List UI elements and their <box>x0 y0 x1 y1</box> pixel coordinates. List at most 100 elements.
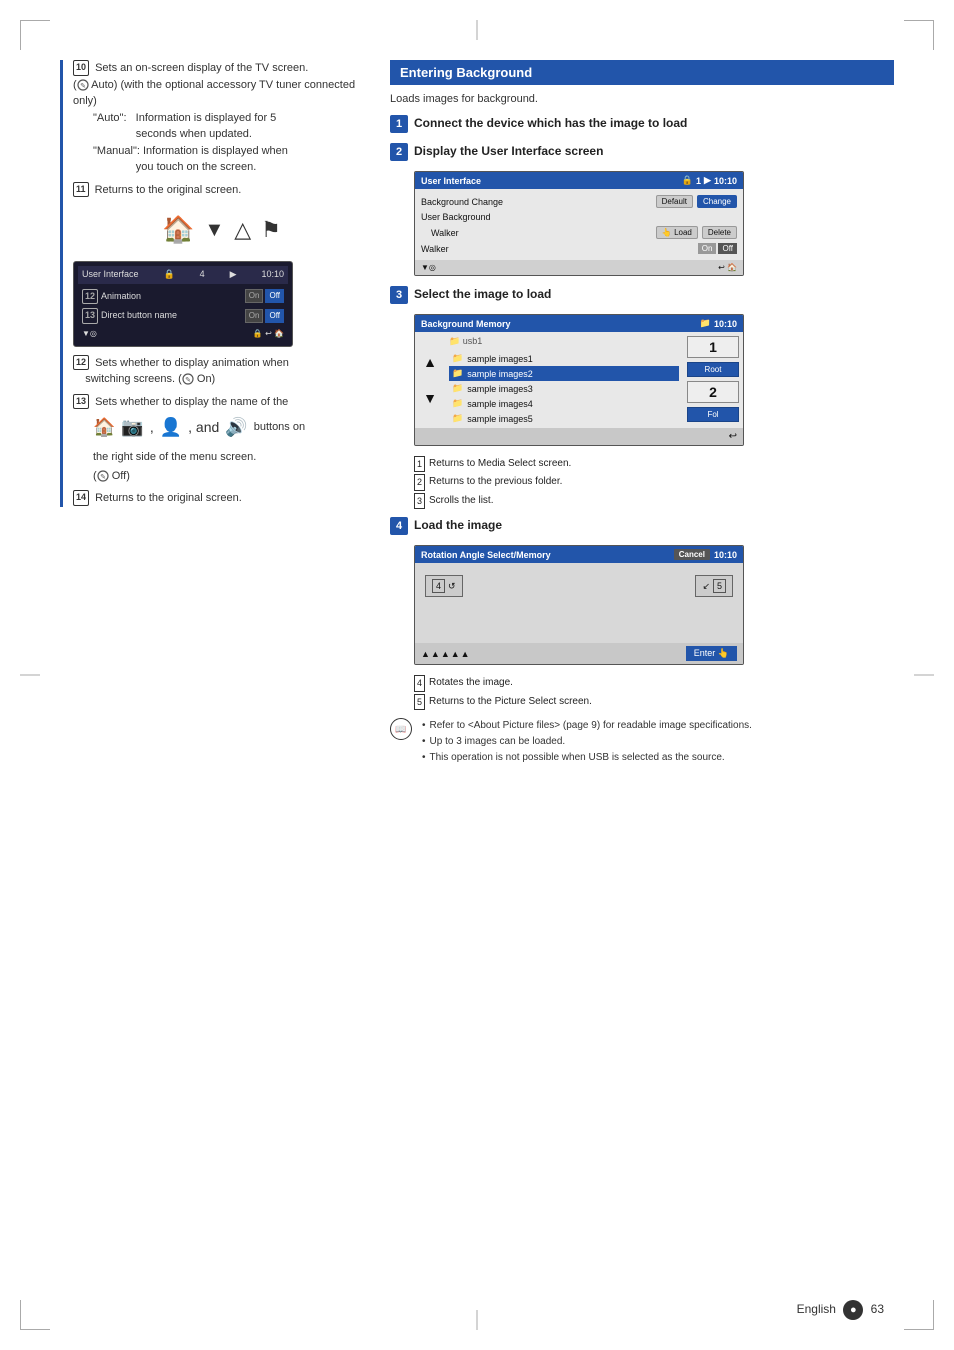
item-13: 13 Sets whether to display the name of t… <box>73 394 370 411</box>
item-10-sub1: "Auto": Information is displayed for 5 s… <box>93 110 370 143</box>
step2-screen-icons: 🔒 1 ▶ 10:10 <box>682 175 737 186</box>
step2-screen: User Interface 🔒 1 ▶ 10:10 Background Ch… <box>414 171 744 276</box>
step-2-row: 2 Display the User Interface screen <box>390 143 894 161</box>
step-4-text: Load the image <box>414 517 502 532</box>
step3-screen-title: Background Memory <box>421 319 511 329</box>
step4-sub1-num: 4 <box>414 675 425 691</box>
step3-folder-list: 📁 usb1 📁 sample images1 📁 sample images2… <box>445 332 683 428</box>
step2-change-btn: Change <box>697 195 737 208</box>
right-column: Entering Background Loads images for bac… <box>390 60 894 1290</box>
step4-icons-row: 4 ↺ ↙ 5 <box>425 571 733 601</box>
step3-num1-btn: 1 <box>687 336 739 358</box>
screen-footer-icons: 🔒 ↩ 🏠 <box>253 328 284 340</box>
folder-icon-5: 📁 <box>452 413 463 424</box>
directbtn-on: On <box>245 309 264 323</box>
screen-title: User Interface <box>82 268 139 282</box>
buttons-label: buttons on <box>254 419 305 436</box>
animation-label: Animation <box>101 290 245 304</box>
step2-footer-down: ▼◎ <box>421 263 436 272</box>
step3-screen: Background Memory 📁 10:10 ▲ ▼ 📁 usb1 📁 s… <box>414 314 744 446</box>
step3-fol-btn: Fol <box>687 407 739 422</box>
animation-on: On <box>245 289 264 303</box>
big-icons-row: 🏠 ▼ △ ⚑ <box>73 210 370 249</box>
step3-footer: ↩ <box>415 428 743 445</box>
step3-sub2: 2 Returns to the previous folder. <box>414 474 894 490</box>
icon-btn-4: 🔊 <box>225 414 247 441</box>
note-bullet-1: • <box>422 718 426 734</box>
left-column: 10 Sets an on-screen display of the TV s… <box>60 60 370 1290</box>
screen-nav-icon: ▶ <box>230 268 237 282</box>
folder-icon-2: 📁 <box>452 368 463 379</box>
triangle-icon: △ <box>234 213 251 246</box>
item-10-text: Sets an on-screen display of the TV scre… <box>73 62 355 107</box>
screen-header: User Interface 🔒 4 ▶ 10:10 <box>78 266 288 284</box>
folder-name-5: sample images5 <box>467 414 533 424</box>
step3-sublist: 1 Returns to Media Select screen. 2 Retu… <box>414 456 894 509</box>
screen-page: 4 <box>200 268 205 282</box>
step4-sub2-num: 5 <box>414 694 425 710</box>
animation-num: 12 <box>82 289 98 305</box>
notes-list: • Refer to <About Picture files> (page 9… <box>422 718 752 766</box>
step4-enter-btn: Enter 👆 <box>686 646 737 661</box>
step3-up-arrow: ▲ <box>423 354 437 370</box>
step2-row-userbg: User Background <box>421 210 737 224</box>
page-number: English ● 63 <box>797 1300 884 1320</box>
step-1-text: Connect the device which has the image t… <box>414 115 687 130</box>
step4-screen-title: Rotation Angle Select/Memory <box>421 550 551 560</box>
step2-screen-title: User Interface <box>421 176 481 186</box>
page-num-text: 63 <box>871 1302 884 1316</box>
step2-screen-body: Background Change Default Change User Ba… <box>415 189 743 260</box>
step4-num5: 5 <box>713 579 726 593</box>
step3-folder-body: ▲ ▼ 📁 usb1 📁 sample images1 📁 sample ima… <box>415 332 743 428</box>
item-number-14: 14 <box>73 490 89 506</box>
directbtn-label: Direct button name <box>101 309 245 323</box>
wrench-icon-12: ✎ <box>182 373 194 385</box>
step3-time: 10:10 <box>714 319 737 329</box>
item-number-13: 13 <box>73 394 89 410</box>
step3-sub3: 3 Scrolls the list. <box>414 493 894 509</box>
step-1-num: 1 <box>390 115 408 133</box>
note-bullet-3: • <box>422 750 426 766</box>
screen-row-animation: 12 Animation On Off <box>78 287 288 307</box>
folder-item-3: 📁 sample images3 <box>449 381 679 396</box>
step3-sub1-text: Returns to Media Select screen. <box>429 456 571 472</box>
corner-mark-tl <box>20 20 50 50</box>
step4-screen: Rotation Angle Select/Memory Cancel 10:1… <box>414 545 744 665</box>
icon-buttons-row: 🏠 📷 , 👤 , and 🔊 buttons on <box>93 414 370 441</box>
step4-arrow-sym: ↙ <box>702 581 710 592</box>
step4-screen-time: Cancel 10:10 <box>674 549 737 560</box>
item-number-11: 11 <box>73 182 89 198</box>
item-12-text2: On) <box>194 373 215 385</box>
corner-mark-bl <box>20 1300 50 1330</box>
item-number-12: 12 <box>73 355 89 371</box>
step4-screen-header: Rotation Angle Select/Memory Cancel 10:1… <box>415 546 743 563</box>
note-icon: 📖 <box>390 718 412 740</box>
folder-name-3: sample images3 <box>467 384 533 394</box>
step2-page: 1 <box>696 176 701 186</box>
notes-section: 📖 • Refer to <About Picture files> (page… <box>390 718 894 766</box>
step2-bgchange-label: Background Change <box>421 197 652 207</box>
step3-back-icon: ↩ <box>729 431 737 442</box>
step3-root-btn: Root <box>687 362 739 377</box>
step4-cancel-btn: Cancel <box>674 549 710 560</box>
step2-delete-btn: Delete <box>702 226 737 239</box>
item-10-subitems: "Auto": Information is displayed for 5 s… <box>93 110 370 176</box>
step3-sub1-num: 1 <box>414 456 425 472</box>
step-1-row: 1 Connect the device which has the image… <box>390 115 894 133</box>
folder-name-1: sample images1 <box>467 354 533 364</box>
item-13-text3: (✎ Off) <box>93 468 370 485</box>
screen-lock-icon: 🔒 <box>163 268 174 282</box>
step2-time: 10:10 <box>714 176 737 186</box>
step4-screen-body: 4 ↺ ↙ 5 <box>415 563 743 643</box>
step2-nav: ▶ <box>704 175 711 186</box>
folder-icon-4: 📁 <box>452 398 463 409</box>
section-title: Entering Background <box>400 65 532 80</box>
item-14-text: Returns to the original screen. <box>95 492 242 504</box>
page-circle: ● <box>843 1300 863 1320</box>
center-mark-bottom <box>477 1310 478 1330</box>
step4-screen-footer: ▲▲▲▲▲ Enter 👆 <box>415 643 743 664</box>
item-13-text: Sets whether to display the name of the <box>95 396 288 408</box>
animation-off: Off <box>265 289 284 303</box>
left-section-items: 10 Sets an on-screen display of the TV s… <box>60 60 370 507</box>
step2-footer-icons: ↩ 🏠 <box>718 263 737 272</box>
